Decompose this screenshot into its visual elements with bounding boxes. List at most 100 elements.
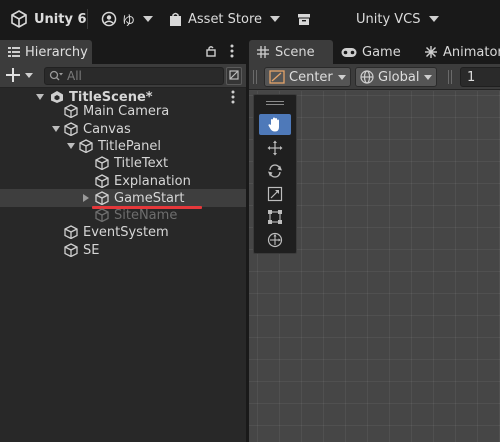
- list-item[interactable]: Canvas: [0, 120, 246, 138]
- list-item[interactable]: Main Camera: [0, 102, 246, 120]
- toolbar-divider: [87, 9, 88, 29]
- item-label: Main Camera: [83, 103, 170, 119]
- list-item[interactable]: EventSystem: [0, 223, 246, 241]
- grid-icon: [257, 46, 269, 58]
- account-dropdown[interactable]: ゆ: [101, 8, 154, 30]
- search-placeholder: All: [67, 69, 82, 83]
- asset-store-label: Asset Store: [188, 11, 263, 27]
- tab-game[interactable]: Game: [341, 40, 401, 64]
- overlay-drag-handle[interactable]: [266, 101, 284, 105]
- move-tool-icon: [267, 140, 283, 155]
- pivot-space-dropdown[interactable]: Global: [355, 67, 438, 87]
- plus-icon: [6, 68, 20, 82]
- grid-snap-input[interactable]: 1: [460, 67, 500, 87]
- more-options-icon[interactable]: [230, 44, 234, 58]
- item-label: Explanation: [114, 173, 191, 189]
- scene-tab-bar: Scene Game Animator: [249, 38, 500, 64]
- gameobject-icon: [79, 139, 93, 153]
- chevron-down-icon: [143, 16, 154, 22]
- tab-label: Scene: [275, 44, 315, 60]
- gameobject-icon: [95, 208, 109, 222]
- top-toolbar: Unity 6 ゆ Asset Store Unity VCS: [0, 0, 500, 38]
- transform-tool-button[interactable]: [259, 229, 291, 250]
- archive-icon: [298, 13, 310, 25]
- scene-toolbar: Center Global 1: [249, 64, 500, 90]
- list-icon: [8, 47, 20, 57]
- gameobject-icon: [95, 191, 109, 205]
- item-label: SiteName: [114, 207, 178, 223]
- grid-snap-value: 1: [467, 69, 476, 85]
- expand-arrow-icon[interactable]: [36, 94, 44, 100]
- list-item[interactable]: TitleText: [0, 154, 246, 172]
- tools-overlay: [253, 94, 297, 254]
- scale-tool-button[interactable]: [259, 183, 291, 204]
- list-item-selected[interactable]: GameStart: [0, 189, 246, 207]
- hand-tool-button[interactable]: [259, 114, 291, 135]
- shopping-bag-icon: [170, 12, 181, 26]
- vcs-label: Unity VCS: [356, 11, 421, 27]
- rect-tool-button[interactable]: [259, 206, 291, 227]
- move-tool-button[interactable]: [259, 137, 291, 158]
- gameobject-icon: [64, 104, 78, 118]
- create-button[interactable]: [6, 68, 33, 82]
- hierarchy-panel: Hierarchy All TitleScene* Main Camera Ca…: [0, 38, 246, 442]
- chevron-down-icon: [337, 74, 346, 80]
- gameobject-icon: [95, 156, 109, 170]
- filter-icon: [229, 70, 239, 80]
- item-label: Canvas: [83, 121, 131, 137]
- scene-panel: Scene Game Animator Center Global 1: [249, 38, 500, 442]
- pivot-mode-label: Center: [289, 69, 333, 85]
- search-input[interactable]: All: [44, 67, 224, 85]
- item-label: TitleText: [114, 155, 169, 171]
- rotate-tool-icon: [268, 163, 282, 178]
- item-label: GameStart: [114, 190, 185, 206]
- hierarchy-tab-label: Hierarchy: [25, 44, 88, 60]
- toolbar-grip-icon: [253, 70, 257, 84]
- search-icon: [49, 70, 63, 81]
- item-label: TitlePanel: [98, 138, 161, 154]
- pivot-space-label: Global: [378, 69, 420, 85]
- expand-arrow-icon[interactable]: [67, 143, 75, 149]
- hierarchy-toolbar: All: [0, 64, 246, 88]
- list-item[interactable]: SiteName: [0, 206, 246, 224]
- rect-tool-icon: [268, 209, 282, 224]
- globe-icon: [360, 70, 374, 84]
- expand-arrow-icon[interactable]: [83, 194, 89, 202]
- gameobject-icon: [64, 243, 78, 257]
- search-filter-button[interactable]: [226, 67, 242, 85]
- toolbar-grip-icon: [448, 70, 452, 84]
- asset-store-dropdown[interactable]: Asset Store: [169, 8, 281, 30]
- hierarchy-tab-bar: Hierarchy: [0, 38, 246, 64]
- account-name: ゆ: [122, 13, 136, 29]
- gameobject-icon: [95, 174, 109, 188]
- pivot-center-icon: [269, 70, 285, 84]
- unity-menu-button[interactable]: Unity 6: [10, 8, 87, 30]
- item-label: SE: [83, 242, 100, 258]
- scale-tool-icon: [267, 186, 283, 201]
- tab-animator[interactable]: Animator: [424, 40, 500, 64]
- list-item[interactable]: Explanation: [0, 172, 246, 190]
- chevron-down-icon: [424, 74, 433, 80]
- lock-icon[interactable]: [206, 45, 216, 57]
- vcs-dropdown[interactable]: Unity VCS: [356, 8, 439, 30]
- tab-label: Animator: [443, 44, 500, 60]
- list-item[interactable]: TitlePanel: [0, 137, 246, 155]
- gameobject-icon: [64, 122, 78, 136]
- tab-scene[interactable]: Scene: [249, 40, 333, 64]
- archive-button[interactable]: [297, 8, 311, 30]
- pivot-mode-dropdown[interactable]: Center: [264, 67, 351, 87]
- gamepad-icon: [341, 47, 357, 57]
- animator-icon: [425, 46, 437, 58]
- rotate-tool-button[interactable]: [259, 160, 291, 181]
- hand-tool-icon: [268, 117, 279, 132]
- item-label: EventSystem: [83, 224, 169, 240]
- gameobject-icon: [64, 225, 78, 239]
- list-item[interactable]: SE: [0, 241, 246, 259]
- chevron-down-icon: [270, 16, 281, 22]
- chevron-down-icon: [428, 16, 439, 22]
- expand-arrow-icon[interactable]: [52, 126, 60, 132]
- tab-hierarchy[interactable]: Hierarchy: [0, 40, 92, 64]
- unity-logo-icon: [11, 10, 27, 28]
- chevron-down-icon: [25, 72, 33, 78]
- tab-label: Game: [362, 44, 401, 60]
